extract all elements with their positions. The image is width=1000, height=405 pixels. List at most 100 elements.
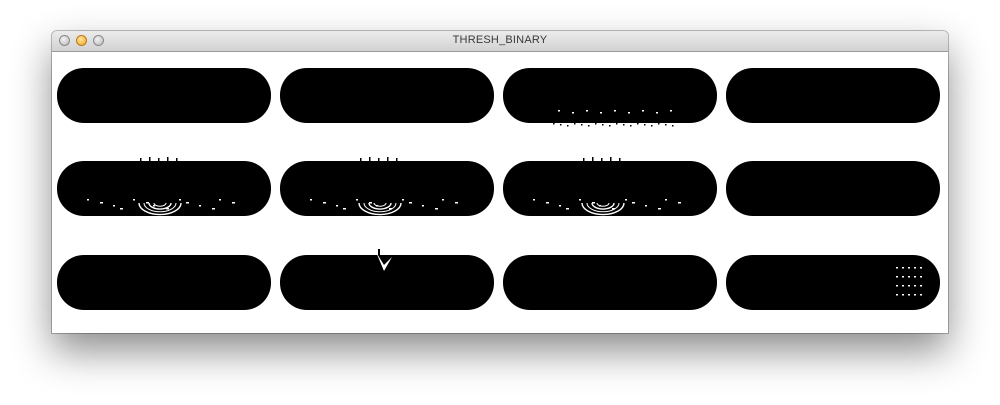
speck	[533, 199, 535, 201]
speck	[409, 202, 412, 204]
blob-shape	[57, 255, 271, 310]
speck	[100, 202, 103, 204]
blob-r1-c1	[57, 68, 271, 123]
blob-shape	[57, 68, 271, 123]
speck	[572, 112, 574, 114]
speck	[586, 110, 588, 112]
spike	[396, 158, 398, 162]
speck	[199, 205, 201, 207]
speck	[402, 199, 404, 201]
blob-r3-c1	[57, 255, 271, 310]
speck	[588, 125, 590, 127]
blob-r1-c3	[503, 68, 717, 127]
speck	[612, 208, 615, 210]
speck	[914, 276, 916, 278]
spike	[583, 158, 585, 162]
speck	[595, 123, 597, 125]
speck	[602, 124, 604, 126]
spike	[592, 157, 594, 161]
speck	[665, 199, 667, 201]
blob-shape	[57, 161, 271, 216]
speck	[592, 202, 595, 204]
blob-shape	[726, 68, 940, 123]
speck	[153, 205, 155, 207]
speck	[232, 202, 235, 204]
speck	[553, 123, 555, 125]
speck	[644, 124, 646, 126]
speck	[902, 267, 904, 269]
blob-shape	[726, 161, 940, 216]
spike	[610, 157, 612, 161]
speck	[665, 124, 667, 126]
blob-r3-c2	[280, 249, 494, 310]
speck	[616, 123, 618, 125]
speck	[896, 276, 898, 278]
speck	[908, 267, 910, 269]
blob-shape	[503, 255, 717, 310]
speck	[389, 208, 392, 210]
speck	[166, 208, 169, 210]
speck	[902, 294, 904, 296]
speck	[356, 199, 358, 201]
speck	[656, 112, 658, 114]
speck	[567, 125, 569, 127]
speck	[908, 294, 910, 296]
speck	[914, 294, 916, 296]
blob-r1-c4	[726, 68, 940, 123]
speck	[146, 202, 149, 204]
image-canvas	[52, 52, 948, 333]
speck	[920, 276, 922, 278]
speck	[559, 205, 561, 207]
speck	[422, 205, 424, 207]
speck	[212, 208, 215, 210]
speck	[219, 199, 221, 201]
blob-shape	[280, 68, 494, 123]
speck	[920, 267, 922, 269]
speck	[566, 208, 569, 210]
speck	[609, 125, 611, 127]
speck	[310, 199, 312, 201]
speck	[120, 208, 123, 210]
speck	[670, 110, 672, 112]
speck	[642, 110, 644, 112]
speck	[113, 205, 115, 207]
speck	[896, 267, 898, 269]
speck	[179, 199, 181, 201]
title-bar[interactable]: THRESH_BINARY	[52, 31, 948, 52]
spike	[378, 249, 380, 255]
spike	[601, 158, 603, 162]
speck	[908, 285, 910, 287]
speck	[625, 199, 627, 201]
speck	[658, 123, 660, 125]
blob-r2-c3	[503, 157, 717, 216]
window-title: THRESH_BINARY	[452, 34, 548, 46]
blob-r2-c4	[726, 161, 940, 216]
speck	[908, 276, 910, 278]
speck	[336, 205, 338, 207]
blob-shape	[503, 68, 717, 123]
speck	[651, 125, 653, 127]
speck	[546, 202, 549, 204]
speck	[896, 294, 898, 296]
speck	[914, 267, 916, 269]
speck	[628, 112, 630, 114]
spike	[140, 158, 142, 162]
blob-shape	[726, 255, 940, 310]
spike	[619, 158, 621, 162]
speck	[133, 199, 135, 201]
image-window: THRESH_BINARY	[52, 31, 948, 333]
speck	[455, 202, 458, 204]
speck	[914, 285, 916, 287]
speck	[369, 202, 372, 204]
spike	[158, 158, 160, 162]
spike	[149, 157, 151, 161]
speck	[581, 124, 583, 126]
spike	[176, 158, 178, 162]
speck	[632, 202, 635, 204]
spike	[369, 157, 371, 161]
speck	[658, 208, 661, 210]
speck	[920, 285, 922, 287]
speck	[574, 123, 576, 125]
speck	[623, 124, 625, 126]
speck	[637, 123, 639, 125]
